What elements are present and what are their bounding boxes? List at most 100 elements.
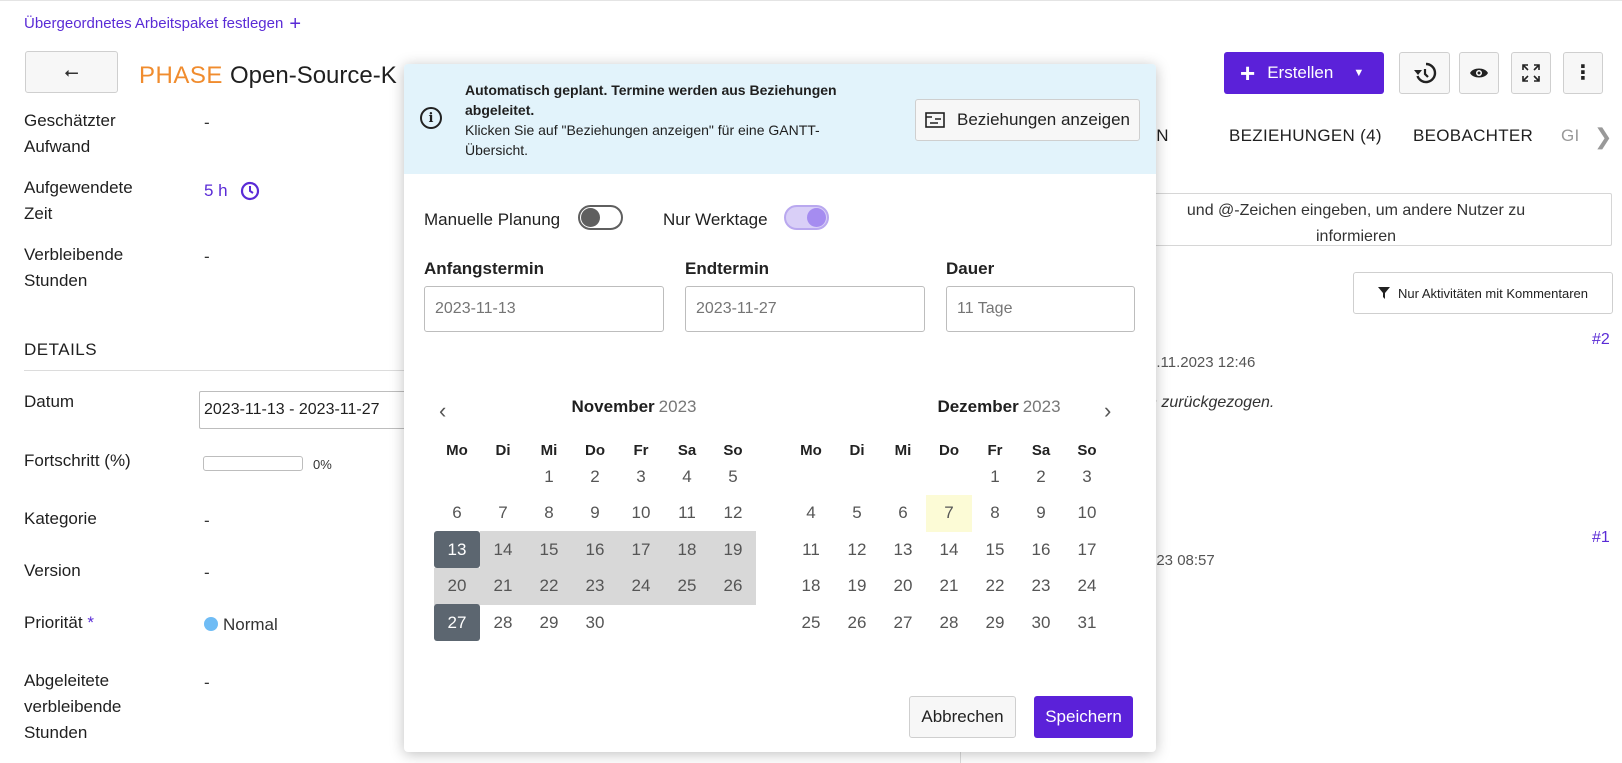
calendar-day[interactable]: 23 bbox=[1018, 568, 1064, 605]
calendar-day[interactable]: 5 bbox=[834, 495, 880, 532]
calendar-day[interactable]: 1 bbox=[526, 458, 572, 495]
calendar-day[interactable]: 20 bbox=[880, 568, 926, 605]
calendar-day[interactable]: 13 bbox=[880, 531, 926, 568]
show-relations-button[interactable]: Beziehungen anzeigen bbox=[915, 99, 1140, 141]
calendar-day[interactable]: 28 bbox=[926, 604, 972, 641]
calendar-day[interactable]: 17 bbox=[1064, 531, 1110, 568]
calendar-day[interactable]: 18 bbox=[664, 531, 710, 568]
calendar-day[interactable]: 5 bbox=[710, 458, 756, 495]
comment-input[interactable]: und @-Zeichen eingeben, um andere Nutzer… bbox=[1100, 193, 1612, 246]
manual-scheduling-toggle[interactable] bbox=[578, 205, 623, 230]
calendar-day[interactable]: 16 bbox=[572, 531, 618, 568]
weekday-header: Do bbox=[939, 442, 959, 459]
set-parent-link[interactable]: Übergeordnetes Arbeitspaket festlegen + bbox=[24, 14, 301, 34]
calendar-day[interactable]: 19 bbox=[710, 531, 756, 568]
version-value[interactable]: - bbox=[204, 563, 210, 583]
calendar-day[interactable]: 6 bbox=[434, 495, 480, 532]
calendar-day[interactable]: 26 bbox=[710, 567, 756, 605]
calendar-day[interactable]: 11 bbox=[664, 495, 710, 532]
work-package-title[interactable]: Open-Source-K bbox=[230, 62, 397, 90]
calendar-day[interactable]: 4 bbox=[664, 458, 710, 495]
calendar-day[interactable]: 10 bbox=[1064, 495, 1110, 532]
calendar-day[interactable]: 9 bbox=[1018, 495, 1064, 532]
more-menu-button[interactable]: ⋮ bbox=[1563, 52, 1603, 94]
fullscreen-button[interactable] bbox=[1511, 52, 1551, 94]
watch-button[interactable] bbox=[1459, 52, 1499, 94]
calendar-day[interactable]: 2 bbox=[1018, 458, 1064, 495]
details-section-title: DETAILS bbox=[24, 340, 98, 359]
calendar-day[interactable]: 2 bbox=[572, 458, 618, 495]
calendar-day[interactable]: 11 bbox=[788, 531, 834, 568]
calendar-day[interactable]: 24 bbox=[1064, 568, 1110, 605]
calendar-day[interactable]: 6 bbox=[880, 495, 926, 532]
calendar-day[interactable]: 21 bbox=[926, 568, 972, 605]
calendar-day[interactable]: 28 bbox=[480, 604, 526, 641]
calendar-day[interactable]: 12 bbox=[834, 531, 880, 568]
comments-only-filter-button[interactable]: Nur Aktivitäten mit Kommentaren bbox=[1353, 272, 1613, 314]
calendar-day[interactable]: 30 bbox=[1018, 604, 1064, 641]
calendar-day[interactable]: 14 bbox=[480, 531, 526, 568]
tab-github[interactable]: GI bbox=[1561, 126, 1580, 146]
progress-bar[interactable] bbox=[203, 456, 303, 471]
calendar-day[interactable]: 22 bbox=[972, 568, 1018, 605]
date-range-field[interactable]: 2023-11-13 - 2023-11-27 bbox=[199, 391, 409, 429]
calendar-day[interactable]: 8 bbox=[526, 495, 572, 532]
calendar-day[interactable]: 1 bbox=[972, 458, 1018, 495]
tab-relations[interactable]: BEZIEHUNGEN (4) bbox=[1229, 126, 1382, 146]
calendar-day[interactable]: 15 bbox=[526, 531, 572, 568]
calendar-day[interactable]: 23 bbox=[572, 567, 618, 605]
save-button[interactable]: Speichern bbox=[1034, 696, 1133, 738]
priority-value[interactable]: Normal bbox=[204, 615, 278, 635]
start-date-input[interactable] bbox=[424, 286, 664, 332]
weekday-header: Fr bbox=[633, 442, 649, 459]
history-button[interactable] bbox=[1399, 52, 1450, 94]
calendar-day[interactable]: 31 bbox=[1064, 604, 1110, 641]
calendar-day[interactable]: 22 bbox=[526, 567, 572, 605]
calendar-day[interactable]: 8 bbox=[972, 495, 1018, 532]
calendar-day[interactable]: 27 bbox=[880, 604, 926, 641]
chevron-right-icon[interactable]: ❯ bbox=[1594, 124, 1612, 150]
calendar-day[interactable]: 20 bbox=[434, 567, 480, 605]
calendar-day[interactable]: 29 bbox=[526, 604, 572, 641]
calendar-day[interactable]: 15 bbox=[972, 531, 1018, 568]
calendar-day[interactable]: 25 bbox=[664, 567, 710, 605]
estimated-effort-value[interactable]: - bbox=[204, 113, 210, 133]
calendar-day[interactable]: 26 bbox=[834, 604, 880, 641]
calendar-day[interactable]: 3 bbox=[1064, 458, 1110, 495]
calendar-day[interactable]: 10 bbox=[618, 495, 664, 532]
calendar-day[interactable]: 12 bbox=[710, 495, 756, 532]
end-date-input[interactable] bbox=[685, 286, 925, 332]
calendar-day[interactable]: 9 bbox=[572, 495, 618, 532]
next-month-button[interactable]: › bbox=[1104, 398, 1111, 424]
calendar-day[interactable]: 17 bbox=[618, 531, 664, 568]
calendar-day[interactable]: 25 bbox=[788, 604, 834, 641]
activity-number-1[interactable]: #1 bbox=[1592, 529, 1610, 547]
calendar-day[interactable]: 30 bbox=[572, 604, 618, 641]
spent-time-text[interactable]: 5 h bbox=[204, 181, 228, 201]
calendar-day[interactable]: 21 bbox=[480, 567, 526, 605]
working-days-toggle[interactable] bbox=[784, 205, 829, 230]
calendar-day[interactable]: 13 bbox=[434, 531, 480, 568]
calendar-day[interactable]: 7 bbox=[480, 495, 526, 532]
calendar-day[interactable]: 3 bbox=[618, 458, 664, 495]
calendar-day[interactable]: 19 bbox=[834, 568, 880, 605]
spent-time-value[interactable]: 5 h bbox=[204, 181, 260, 201]
calendar-day[interactable]: 27 bbox=[434, 604, 480, 641]
tab-watchers[interactable]: BEOBACHTER bbox=[1413, 126, 1533, 146]
prev-month-button[interactable]: ‹ bbox=[439, 398, 446, 424]
cancel-button[interactable]: Abbrechen bbox=[909, 696, 1016, 738]
calendar-day[interactable]: 29 bbox=[972, 604, 1018, 641]
duration-input[interactable] bbox=[946, 286, 1135, 332]
category-value[interactable]: - bbox=[204, 511, 210, 531]
back-button[interactable]: ⭠ bbox=[25, 51, 118, 93]
calendar-day[interactable]: 4 bbox=[788, 495, 834, 532]
calendar-day[interactable]: 14 bbox=[926, 531, 972, 568]
calendar-day[interactable]: 7 bbox=[926, 494, 972, 532]
calendar-day[interactable]: 24 bbox=[618, 567, 664, 605]
calendar-day[interactable]: 18 bbox=[788, 568, 834, 605]
create-button[interactable]: + Erstellen ▼ bbox=[1224, 52, 1384, 94]
remaining-hours-value[interactable]: - bbox=[204, 247, 210, 267]
calendar-day[interactable]: 16 bbox=[1018, 531, 1064, 568]
activity-number-2[interactable]: #2 bbox=[1592, 331, 1610, 349]
clock-icon[interactable] bbox=[240, 181, 260, 201]
